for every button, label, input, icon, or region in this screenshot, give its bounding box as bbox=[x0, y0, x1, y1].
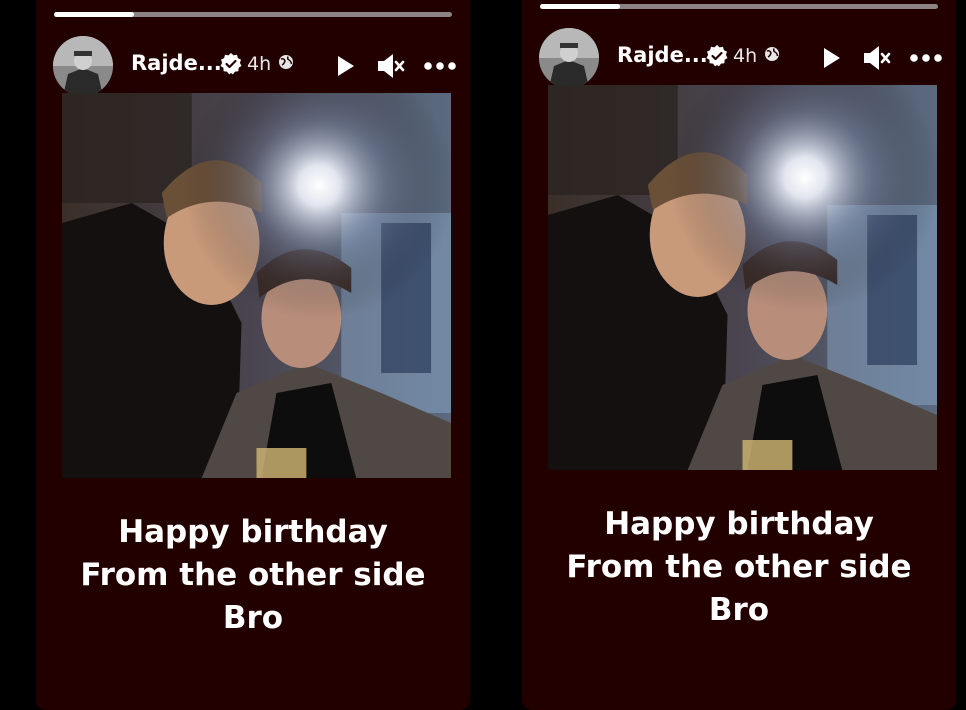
story-photo bbox=[548, 85, 937, 470]
mute-button[interactable] bbox=[862, 43, 892, 73]
play-icon bbox=[338, 56, 354, 76]
mute-icon bbox=[378, 54, 405, 78]
username[interactable]: Rajde... bbox=[617, 43, 708, 67]
caption-line-1: Happy birthday bbox=[604, 506, 874, 542]
more-options-button[interactable] bbox=[422, 51, 458, 81]
story-caption: Happy birthday From the other side Bro bbox=[36, 511, 470, 640]
more-icon bbox=[910, 54, 942, 62]
play-button[interactable] bbox=[330, 51, 360, 81]
story-progress-fill bbox=[540, 4, 620, 9]
story-progress-bar bbox=[540, 4, 938, 9]
username[interactable]: Rajde... bbox=[131, 51, 222, 75]
more-icon bbox=[424, 62, 456, 70]
caption-line-2: From the other side bbox=[80, 557, 426, 593]
more-options-button[interactable] bbox=[908, 43, 944, 73]
caption-line-3: Bro bbox=[708, 592, 770, 628]
avatar[interactable] bbox=[53, 36, 113, 96]
post-time: 4h bbox=[733, 45, 758, 67]
caption-line-1: Happy birthday bbox=[118, 514, 388, 550]
verified-badge-icon bbox=[220, 53, 242, 75]
caption-line-3: Bro bbox=[222, 600, 284, 636]
mute-icon bbox=[864, 46, 891, 70]
story-card-1: Rajde... 4h Happy birthday From the othe… bbox=[36, 0, 470, 710]
verified-badge-icon bbox=[706, 45, 728, 67]
story-photo bbox=[62, 93, 451, 478]
play-button[interactable] bbox=[816, 43, 846, 73]
post-time: 4h bbox=[247, 53, 272, 75]
story-progress-fill bbox=[54, 12, 134, 17]
globe-icon bbox=[765, 47, 779, 61]
story-progress-bar bbox=[54, 12, 452, 17]
story-caption: Happy birthday From the other side Bro bbox=[522, 503, 956, 632]
story-card-2: Rajde... 4h Happy birthday From the othe… bbox=[522, 0, 956, 710]
avatar[interactable] bbox=[539, 28, 599, 88]
mute-button[interactable] bbox=[376, 51, 406, 81]
globe-icon bbox=[279, 55, 293, 69]
caption-line-2: From the other side bbox=[566, 549, 912, 585]
play-icon bbox=[824, 48, 840, 68]
